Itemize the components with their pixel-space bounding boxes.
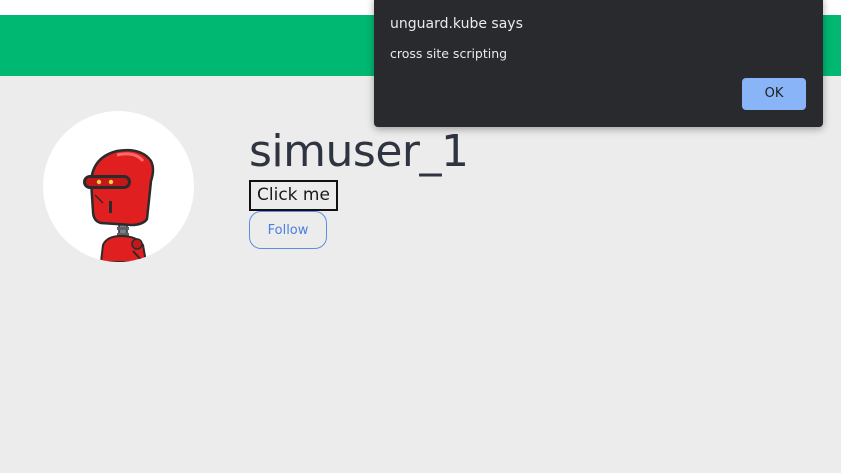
dialog-title: unguard.kube says <box>390 16 523 32</box>
profile-username: simuser_1 <box>249 126 469 177</box>
follow-button[interactable]: Follow <box>249 211 327 249</box>
dialog-message: cross site scripting <box>390 46 508 61</box>
robot-avatar-icon <box>83 148 155 262</box>
ok-button[interactable]: OK <box>742 78 806 110</box>
alert-dialog: unguard.kube says cross site scripting O… <box>374 0 823 127</box>
profile-avatar <box>43 111 194 262</box>
profile-page: simuser_1 Click me Follow unguard.kube s… <box>0 0 841 473</box>
click-me-button[interactable]: Click me <box>249 180 338 211</box>
